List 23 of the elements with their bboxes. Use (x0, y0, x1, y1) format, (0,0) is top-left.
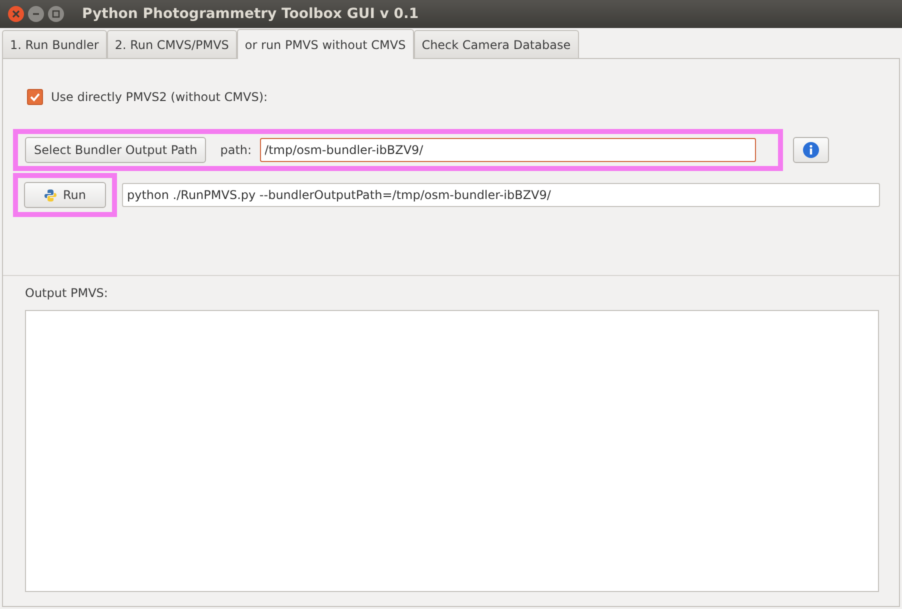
command-field[interactable]: python ./RunPMVS.py --bundlerOutputPath=/tmp/osm-bundler-ibBZV9/ (122, 183, 880, 207)
output-label: Output PMVS: (25, 286, 109, 300)
checkbox-label: Use directly PMVS2 (without CMVS): (51, 90, 268, 104)
path-field[interactable]: /tmp/osm-bundler-ibBZV9/ (260, 138, 756, 162)
window-title: Python Photogrammetry Toolbox GUI v 0.1 (82, 6, 419, 22)
checkbox[interactable] (27, 89, 43, 105)
info-icon (803, 142, 819, 158)
maximize-button[interactable] (48, 6, 64, 22)
tab[interactable]: 2. Run CMVS/PMVS (106, 30, 237, 58)
tab[interactable]: 1. Run Bundler (2, 30, 107, 58)
select-path-button[interactable]: Select Bundler Output Path (25, 137, 206, 163)
run-button[interactable]: Run (24, 182, 106, 208)
close-icon (12, 10, 20, 18)
tab[interactable]: or run PMVS without CMVS (236, 29, 414, 59)
maximize-icon (52, 10, 60, 18)
python-icon (44, 188, 57, 202)
minimize-icon (32, 10, 40, 18)
minimize-button[interactable] (28, 6, 44, 22)
checkmark-icon (30, 92, 40, 102)
path-label: path: (220, 143, 252, 157)
info-button[interactable] (793, 137, 829, 163)
tab[interactable]: Check Camera Database (414, 30, 579, 58)
close-button[interactable] (8, 6, 24, 22)
